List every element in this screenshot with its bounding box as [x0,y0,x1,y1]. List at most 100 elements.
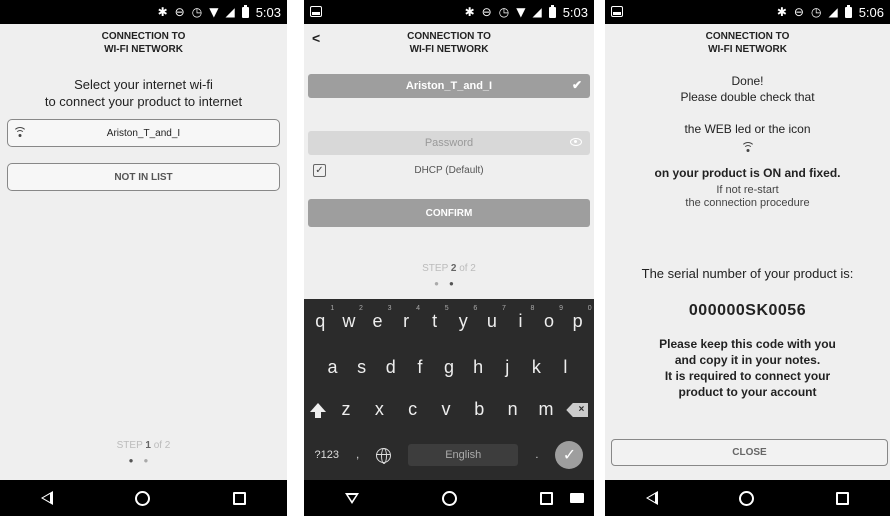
wifi-icon [740,142,755,154]
keep-line4: product to your account [678,385,817,399]
key-t[interactable]: 5t [422,305,449,332]
key-y[interactable]: 6y [450,305,478,332]
home-icon[interactable] [441,490,457,506]
status-time: 5:06 [858,4,884,20]
key-m[interactable]: m [533,399,559,420]
cell-signal-icon: ◢ [225,5,235,19]
key-x[interactable]: x [366,399,392,420]
title-line1: CONNECTION TO [101,31,186,42]
network-name: Ariston_T_and_I [106,127,181,139]
back-icon[interactable] [41,491,54,505]
restart-line1: If not re-start [716,184,779,196]
key-b[interactable]: b [466,399,492,420]
key-k[interactable]: k [523,357,549,378]
not-in-list-button[interactable]: NOT IN LIST [7,163,280,191]
backspace-key-icon[interactable]: × [566,403,589,417]
recents-icon[interactable] [836,491,850,505]
enter-check-icon[interactable]: ✓ [555,441,584,469]
title-line2: WI-FI NETWORK [708,44,787,55]
symbols-key[interactable]: ?123 [315,449,339,461]
key-v[interactable]: v [433,399,459,420]
cell-signal-icon: ◢ [828,5,838,19]
step-dots: ●● [434,279,464,288]
key-c[interactable]: c [400,399,426,420]
phone-screen-wifi-select: ✱ ⊖ ◷ ▼ ◢ 5:03 CONNECTION TO WI-FI NETWO… [0,0,287,516]
key-n[interactable]: n [500,399,526,420]
hide-keyboard-icon[interactable] [345,492,360,504]
bluetooth-icon: ✱ [776,5,787,19]
key-r[interactable]: 4r [393,305,420,332]
close-button[interactable]: CLOSE [611,439,888,466]
step-suffix: of 2 [153,440,171,451]
selected-network-field[interactable]: Ariston_T_and_I ✔ [308,74,590,98]
status-bar: ✱ ⊖ ◷ ◢ 5:06 [605,0,890,24]
key-g[interactable]: g [436,357,462,378]
show-password-icon[interactable] [570,138,582,146]
status-time: 5:03 [562,4,588,20]
do-not-disturb-icon: ⊖ [793,5,804,19]
alarm-icon: ◷ [498,5,510,19]
key-p[interactable]: 0p [565,305,592,332]
shift-key-icon[interactable] [309,403,326,418]
wifi-icon [13,127,27,139]
done-title: Done! [731,74,764,88]
key-i[interactable]: 8i [507,305,534,332]
phone-screen-password: ✱ ⊖ ◷ ▼ ◢ 5:03 < CONNECTION TO WI-FI NET… [304,0,594,516]
key-s[interactable]: s [349,357,375,378]
status-time: 5:03 [255,4,281,20]
step-prefix: STEP [422,263,449,274]
keyboard-row-3: z x c v b n m × [304,399,594,420]
key-l[interactable]: l [552,357,578,378]
battery-icon [844,4,852,18]
wifi-signal-icon: ▼ [209,5,219,19]
back-icon[interactable] [645,491,658,505]
home-icon[interactable] [135,490,151,506]
key-j[interactable]: j [494,357,520,378]
home-icon[interactable] [739,490,755,506]
do-not-disturb-icon: ⊖ [481,5,492,19]
step-current: 2 [450,263,457,274]
keyboard-switch-icon[interactable] [570,493,584,503]
cell-signal-icon: ◢ [532,5,542,19]
key-o[interactable]: 9o [536,305,563,332]
title-line1: CONNECTION TO [407,31,491,42]
key-f[interactable]: f [407,357,433,378]
recents-icon[interactable] [539,491,553,505]
restart-line2: the connection procedure [685,197,810,209]
title-line2: WI-FI NETWORK [104,44,183,55]
checkmark-icon: ✔ [571,78,582,92]
wifi-network-item[interactable]: Ariston_T_and_I [7,119,280,147]
key-a[interactable]: a [320,357,346,378]
instruction-text: Select your internet wi-fi to connect yo… [0,76,287,110]
back-chevron-icon[interactable]: < [312,31,320,45]
key-h[interactable]: h [465,357,491,378]
navigation-bar [605,480,890,516]
step-dots: ●● [128,456,159,465]
battery-icon [548,4,556,18]
step-prefix: STEP [116,440,143,451]
serial-number: 000000SK0056 [688,302,807,319]
key-u[interactable]: 7u [479,305,506,332]
key-e[interactable]: 3e [364,305,391,332]
period-key[interactable]: . [535,449,538,461]
key-z[interactable]: z [333,399,359,420]
space-key[interactable]: English [408,444,519,466]
language-globe-icon[interactable] [376,447,392,464]
page-title: CONNECTION TO WI-FI NETWORK [0,24,287,62]
dhcp-option[interactable]: ✓ DHCP (Default) [310,163,588,181]
bluetooth-icon: ✱ [464,5,475,19]
dhcp-label: DHCP (Default) [414,165,484,176]
password-input[interactable]: Password [308,131,590,155]
wifi-signal-icon: ▼ [516,5,526,19]
navigation-bar [0,480,287,516]
double-check-text: Please double check that [680,90,815,104]
key-w[interactable]: 2w [336,305,363,332]
comma-key[interactable]: , [356,449,359,461]
recents-icon[interactable] [232,491,246,505]
step-suffix: of 2 [459,263,476,274]
confirm-button[interactable]: CONFIRM [308,199,590,227]
key-q[interactable]: 1q [307,305,334,332]
done-message: Done! Please double check that [605,73,890,105]
key-d[interactable]: d [378,357,404,378]
keep-line2: and copy it in your notes. [674,353,821,367]
